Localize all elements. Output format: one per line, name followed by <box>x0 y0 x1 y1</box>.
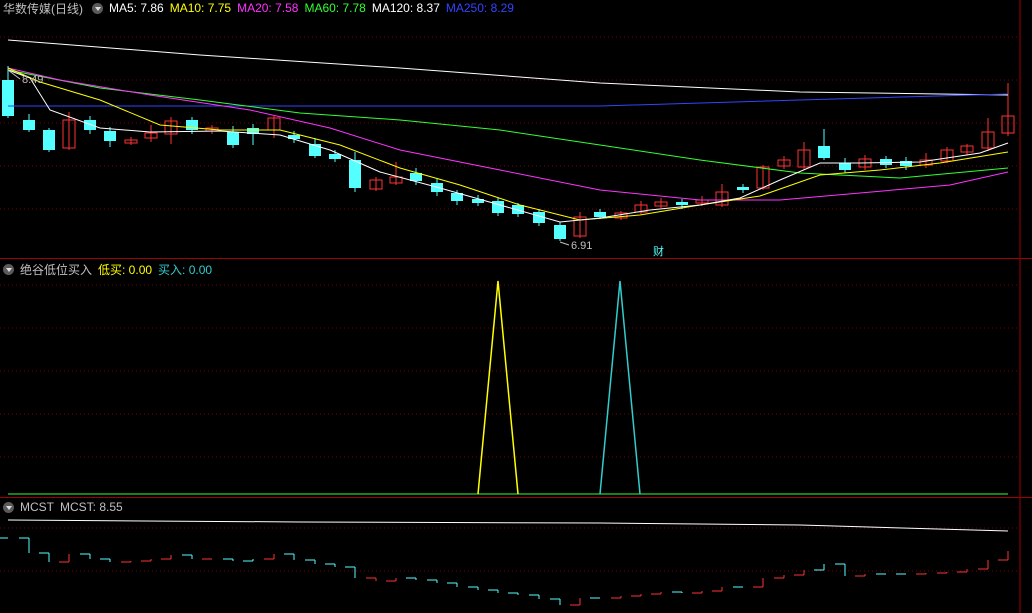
indicator-panel-1[interactable]: 绝谷低位买入 低买: 0.00 买入: 0.00 <box>0 259 1032 497</box>
candle-body <box>512 205 524 214</box>
candle-body <box>349 160 361 188</box>
candle-body <box>227 132 239 145</box>
candle-body <box>2 80 14 116</box>
mcst-line <box>7 519 1009 532</box>
indicator-1-name: 绝谷低位买入 <box>20 262 93 277</box>
mcst-chart[interactable] <box>0 498 1032 613</box>
indicator-2-name: MCST <box>20 500 54 514</box>
candle-body <box>104 131 116 141</box>
indicator-2-header: MCST MCST: 8.55 <box>0 499 129 515</box>
candle-body <box>43 130 55 150</box>
candle-body <box>737 187 749 190</box>
indicator-panel-2[interactable]: MCST MCST: 8.55 <box>0 498 1032 613</box>
chevron-down-icon[interactable] <box>3 263 14 275</box>
candle-body <box>839 163 851 170</box>
indicator-1-chart[interactable] <box>0 259 1032 497</box>
candle-body <box>84 120 96 130</box>
candle-body <box>554 225 566 239</box>
indicator-1-header: 绝谷低位买入 低买: 0.00 买入: 0.00 <box>0 261 218 277</box>
ma10-line <box>7 67 1009 221</box>
ma20-line <box>7 67 1009 201</box>
buy-signal <box>599 280 641 495</box>
chevron-down-icon[interactable] <box>3 501 14 513</box>
candle-body <box>676 202 688 205</box>
low-price-label: 6.91 <box>571 240 592 252</box>
low-pointer <box>559 241 570 246</box>
candlestick-chart[interactable]: 8.49 6.91 财 <box>0 0 1032 258</box>
event-marker: 财 <box>653 244 664 258</box>
high-price-label: 8.49 <box>22 74 43 86</box>
indicator-2-value: MCST: 8.55 <box>60 500 123 514</box>
indicator-1-buy: 买入: 0.00 <box>158 262 213 277</box>
indicator-1-lowbuy: 低买: 0.00 <box>98 262 153 277</box>
price-panel[interactable]: 华数传媒(日线) MA5: 7.86 MA10: 7.75 MA20: 7.58 MA… <box>0 0 1032 258</box>
candle-body <box>594 212 606 217</box>
candle-body <box>23 120 35 130</box>
candle-body <box>329 154 341 159</box>
ma120-line <box>7 39 1009 96</box>
low-buy-signal <box>477 280 519 495</box>
candle-body <box>818 146 830 158</box>
